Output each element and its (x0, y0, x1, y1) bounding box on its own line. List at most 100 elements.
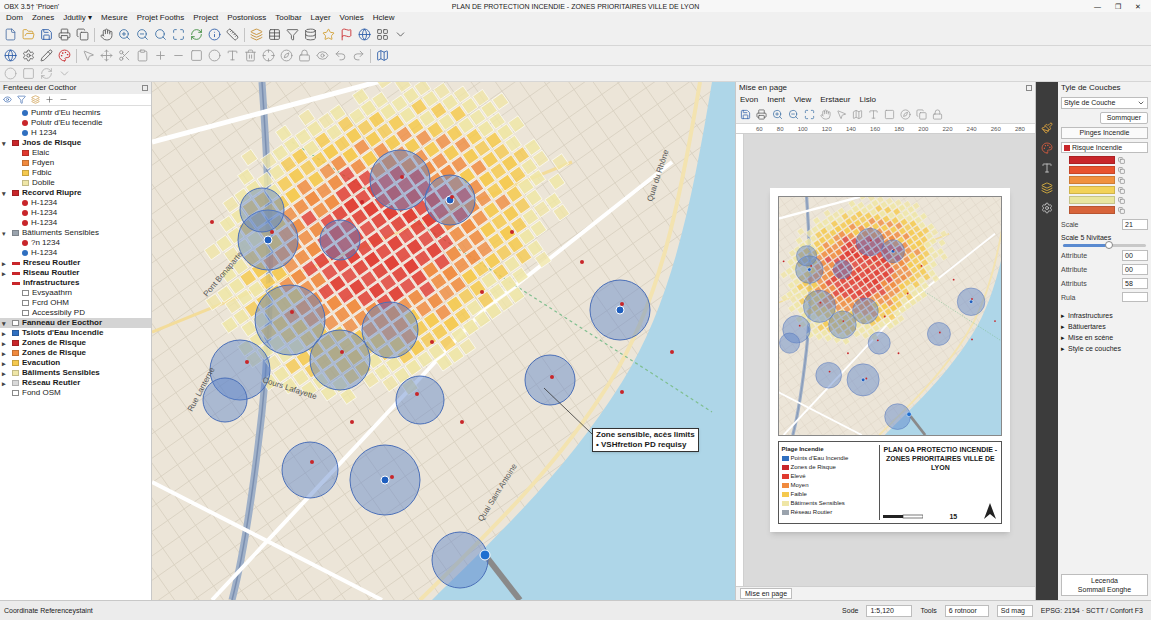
pan-icon[interactable] (820, 109, 831, 120)
label-icon[interactable] (1041, 162, 1053, 174)
layer-item[interactable]: ▸Riseau Routier (0, 268, 151, 278)
undock-icon[interactable] (1026, 85, 1032, 91)
zoom-in-icon[interactable] (118, 28, 131, 41)
rotation-field[interactable]: 6 rotnoor (945, 605, 989, 617)
layer-item[interactable]: Fdbic (0, 168, 151, 178)
reload-icon[interactable] (40, 67, 53, 80)
save-icon[interactable] (40, 28, 53, 41)
open-icon[interactable] (22, 28, 35, 41)
web-icon[interactable] (4, 49, 17, 62)
copy-icon[interactable] (1118, 197, 1125, 204)
print-icon[interactable] (756, 109, 767, 120)
paste-icon[interactable] (136, 49, 149, 62)
map-canvas[interactable]: Rue LanterneQuai Saint AntoineCours Lafa… (152, 82, 735, 600)
palette-icon[interactable] (1041, 142, 1053, 154)
layer-item[interactable]: Fcrd OHM (0, 298, 151, 308)
layers-icon[interactable] (250, 28, 263, 41)
layer-item[interactable]: Polutr d'Eu fecendie (0, 118, 151, 128)
map-icon[interactable] (376, 49, 389, 62)
north-arrow-icon[interactable] (900, 109, 911, 120)
layer-item[interactable]: ▸Zones de Risque (0, 348, 151, 358)
menu-item[interactable]: Hclew (373, 14, 395, 22)
layer-item[interactable]: ▸Tsiots d'Eau Incendie (0, 328, 151, 338)
window-control[interactable]: — (1094, 3, 1101, 10)
settings-icon[interactable] (1041, 202, 1053, 214)
layer-item[interactable]: ▾Jnos de Risque (0, 138, 151, 148)
flag-icon[interactable] (340, 28, 353, 41)
cut-icon[interactable] (118, 49, 131, 62)
menu-item[interactable]: Project (193, 14, 218, 22)
search-icon[interactable] (154, 28, 167, 41)
menu-item[interactable]: Evon (740, 96, 758, 104)
expand-toggle[interactable]: ▸ (2, 380, 9, 387)
circle-icon[interactable] (208, 49, 221, 62)
refresh-icon[interactable] (190, 28, 203, 41)
layer-item[interactable]: H-1234 (0, 208, 151, 218)
spin-box[interactable]: 00 (1122, 250, 1148, 261)
layout-page[interactable]: Plage IncendiePoints d'Eau IncendieZones… (770, 188, 1010, 532)
undock-icon[interactable] (142, 85, 148, 91)
copy-icon[interactable] (1118, 167, 1125, 174)
view-icon[interactable] (316, 49, 329, 62)
section-header[interactable]: ▸Infrastructures (1061, 311, 1148, 320)
section-header[interactable]: ▸Mise en scène (1061, 333, 1148, 342)
menu-item[interactable]: Lislo (859, 96, 875, 104)
table-icon[interactable] (268, 28, 281, 41)
layer-item[interactable]: ▾Recorvd Riupre (0, 188, 151, 198)
ramp-row[interactable] (1069, 206, 1148, 214)
expand-toggle[interactable]: ▾ (2, 320, 9, 327)
epsg-label[interactable]: EPSG: 2154 · SCTT / Confort F3 (1041, 607, 1147, 614)
copy-icon[interactable] (916, 109, 927, 120)
menu-item[interactable]: Vonies (340, 14, 364, 22)
window-control[interactable]: ✕ (1135, 3, 1141, 10)
globe-icon[interactable] (358, 28, 371, 41)
layout-tab[interactable]: Mise en page (740, 588, 792, 599)
filter-icon[interactable] (286, 28, 299, 41)
slider[interactable] (1063, 244, 1146, 247)
menu-item[interactable]: Jdutliy ▾ (63, 14, 92, 22)
layer-item[interactable]: H-1234 (0, 218, 151, 228)
add-shape-icon[interactable] (884, 109, 895, 120)
remove-icon[interactable] (172, 49, 185, 62)
zoom-out-icon[interactable] (788, 109, 799, 120)
spin-box[interactable]: 00 (1122, 264, 1148, 275)
style-dropdown[interactable]: Style de Couche (1061, 97, 1148, 109)
visibility-icon[interactable] (3, 95, 12, 104)
digitize-icon[interactable] (4, 67, 17, 80)
copy-icon[interactable] (1118, 207, 1125, 214)
layout-canvas[interactable]: Plage IncendiePoints d'Eau IncendieZones… (744, 134, 1035, 586)
layers-icon[interactable] (31, 95, 40, 104)
layer-item[interactable]: ?n 1234 (0, 238, 151, 248)
copy-icon[interactable] (1118, 177, 1125, 184)
text-icon[interactable] (226, 49, 239, 62)
expand-toggle[interactable]: ▸ (2, 350, 9, 357)
settings-icon[interactable] (22, 49, 35, 62)
copy-icon[interactable] (1118, 157, 1125, 164)
expand-toggle[interactable]: ▸ (2, 270, 9, 277)
expand-toggle[interactable]: ▸ (2, 260, 9, 267)
expand-toggle[interactable]: ▸ (2, 370, 9, 377)
layer-item[interactable]: Dobile (0, 178, 151, 188)
expand-toggle[interactable]: ▾ (2, 190, 9, 197)
layer-item[interactable]: Fdyen (0, 158, 151, 168)
scale-field[interactable]: 1:5,120 (866, 605, 912, 617)
menu-item[interactable]: Postonioss (227, 14, 266, 22)
redo-icon[interactable] (352, 49, 365, 62)
ramp-row[interactable] (1069, 156, 1148, 164)
menu-item[interactable]: Mesure (101, 14, 128, 22)
undo-icon[interactable] (334, 49, 347, 62)
zoom-full-icon[interactable] (172, 28, 185, 41)
layer-item[interactable]: ▸Bâliments Sensibles (0, 368, 151, 378)
expand-toggle[interactable]: ▾ (2, 140, 9, 147)
layer-item[interactable]: H 1234 (0, 128, 151, 138)
layers-icon[interactable] (1041, 182, 1053, 194)
brush-icon[interactable] (1041, 122, 1053, 134)
layer-item[interactable]: Pumtr d'Eu hecmirs (0, 108, 151, 118)
pan-icon[interactable] (100, 28, 113, 41)
layer-item[interactable]: H-1234 (0, 198, 151, 208)
menu-item[interactable]: Projet Fooths (137, 14, 185, 22)
add-icon[interactable] (154, 49, 167, 62)
identify-icon[interactable] (208, 28, 221, 41)
delete-icon[interactable] (244, 49, 257, 62)
save-icon[interactable] (740, 109, 751, 120)
